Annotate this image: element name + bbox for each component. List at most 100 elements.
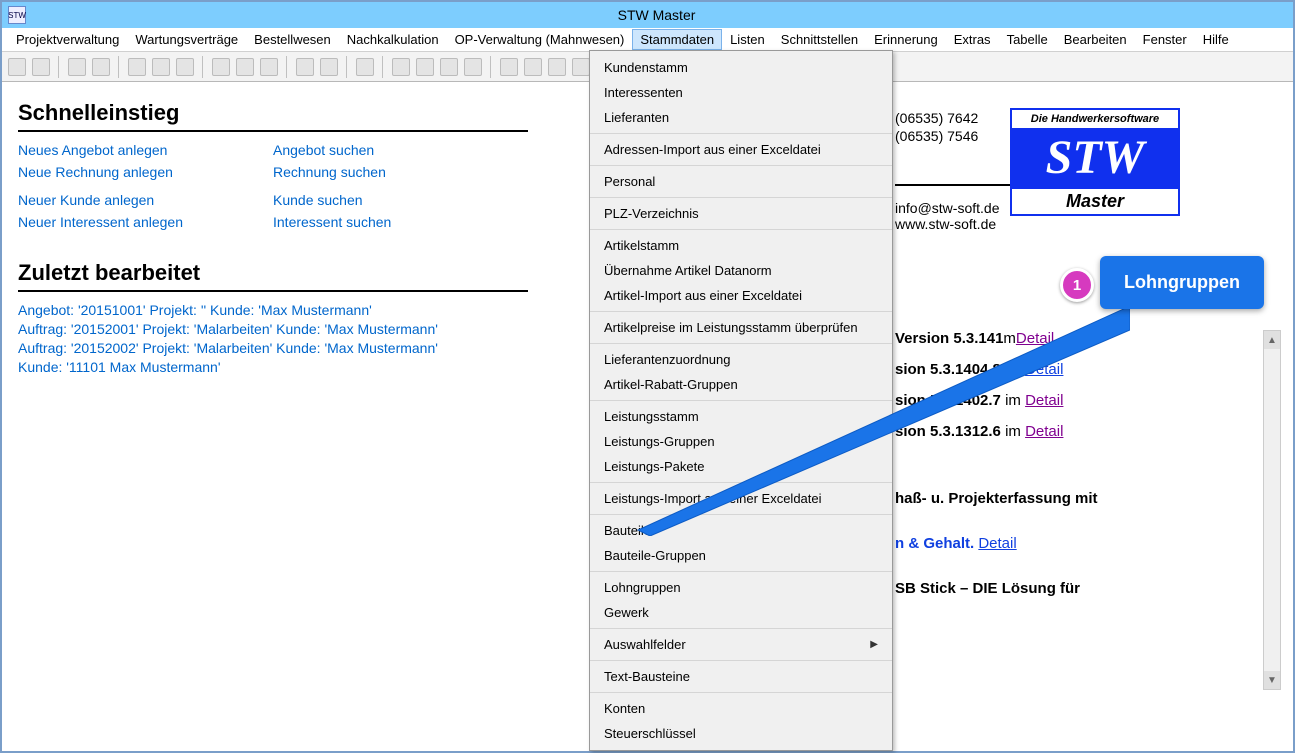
toolbar-button[interactable] — [92, 58, 110, 76]
menu-schnittstellen[interactable]: Schnittstellen — [773, 29, 866, 50]
menu-bearbeiten[interactable]: Bearbeiten — [1056, 29, 1135, 50]
menuitem-artikel-import-aus-einer-exceldatei[interactable]: Artikel-Import aus einer Exceldatei — [590, 283, 892, 308]
scrollbar[interactable]: ▲ ▼ — [1263, 330, 1281, 690]
toolbar-button[interactable] — [176, 58, 194, 76]
quick-title: Schnelleinstieg — [18, 100, 558, 126]
toolbar-button[interactable] — [32, 58, 50, 76]
menuitem-leistungsstamm[interactable]: Leistungsstamm — [590, 404, 892, 429]
menuitem-lieferanten[interactable]: Lieferanten — [590, 105, 892, 130]
menubar: ProjektverwaltungWartungsverträgeBestell… — [2, 28, 1293, 52]
info-block: (06535) 7642 (06535) 7546 — [895, 110, 1025, 146]
menuitem--bernahme-artikel-datanorm[interactable]: Übernahme Artikel Datanorm — [590, 258, 892, 283]
menuitem-artikelpreise-im-leistungsstamm-berpr-fen[interactable]: Artikelpreise im Leistungsstamm überprüf… — [590, 315, 892, 340]
toolbar-button[interactable] — [548, 58, 566, 76]
menuitem-steuerschl-ssel[interactable]: Steuerschlüssel — [590, 721, 892, 746]
toolbar-button[interactable] — [464, 58, 482, 76]
menuitem-auswahlfelder-[interactable]: Auswahlfelder▶ — [590, 632, 892, 657]
menu-bestellwesen[interactable]: Bestellwesen — [246, 29, 339, 50]
menuitem-leistungs-gruppen[interactable]: Leistungs-Gruppen — [590, 429, 892, 454]
recent-item[interactable]: Angebot: '20151001' Projekt: '' Kunde: '… — [18, 302, 558, 318]
version-text: sion 5.3.1404.8 — [895, 361, 1001, 378]
version-list: Version 5.3.141mDetailsion 5.3.1404.8 im… — [895, 330, 1165, 454]
menu-hilfe[interactable]: Hilfe — [1195, 29, 1237, 50]
quick-link[interactable]: Neues Angebot anlegen — [18, 142, 273, 158]
toolbar-button[interactable] — [212, 58, 230, 76]
detail-link[interactable]: Detail — [1025, 392, 1063, 409]
menuitem-bauteile[interactable]: Bauteile — [590, 518, 892, 543]
scroll-up-icon[interactable]: ▲ — [1264, 331, 1280, 349]
quick-link[interactable]: Neuer Interessent anlegen — [18, 214, 273, 230]
menuitem-lohngruppen[interactable]: Lohngruppen — [590, 575, 892, 600]
quick-link[interactable]: Neue Rechnung anlegen — [18, 164, 273, 180]
detail-link[interactable]: Detail — [978, 535, 1016, 552]
detail-link[interactable]: Detail — [1025, 361, 1063, 378]
menu-nachkalkulation[interactable]: Nachkalkulation — [339, 29, 447, 50]
menuitem-artikel-rabatt-gruppen[interactable]: Artikel-Rabatt-Gruppen — [590, 372, 892, 397]
menuitem-konten[interactable]: Konten — [590, 696, 892, 721]
toolbar-button[interactable] — [524, 58, 542, 76]
phone2: (06535) 7546 — [895, 128, 1025, 144]
toolbar-button[interactable] — [128, 58, 146, 76]
menuitem-leistungs-import-aus-einer-exceldatei[interactable]: Leistungs-Import aus einer Exceldatei — [590, 486, 892, 511]
web: www.stw-soft.de — [895, 216, 999, 232]
version-text: Version 5.3.141 — [895, 330, 1003, 347]
quick-link[interactable]: Neuer Kunde anlegen — [18, 192, 273, 208]
titlebar: STW STW Master — [2, 2, 1293, 28]
callout-label: Lohngruppen — [1100, 256, 1264, 309]
menuitem-gewerk[interactable]: Gewerk — [590, 600, 892, 625]
stammdaten-menu[interactable]: KundenstammInteressentenLieferanten Adres… — [589, 50, 893, 751]
toolbar-button[interactable] — [500, 58, 518, 76]
toolbar-button[interactable] — [68, 58, 86, 76]
menu-wartungsvertr-ge[interactable]: Wartungsverträge — [127, 29, 246, 50]
detail-link[interactable]: Detail — [1025, 423, 1063, 440]
menuitem-artikelstamm[interactable]: Artikelstamm — [590, 233, 892, 258]
toolbar-button[interactable] — [320, 58, 338, 76]
toolbar-button[interactable] — [356, 58, 374, 76]
quick-link[interactable]: Interessent suchen — [273, 214, 528, 230]
menuitem-personal[interactable]: Personal — [590, 169, 892, 194]
menuitem-leistungs-pakete[interactable]: Leistungs-Pakete — [590, 454, 892, 479]
menuitem-plz-verzeichnis[interactable]: PLZ-Verzeichnis — [590, 201, 892, 226]
misc-list: haß- u. Projekterfassung mitn & Gehalt. … — [895, 490, 1098, 625]
toolbar-button[interactable] — [296, 58, 314, 76]
menuitem-kundenstamm[interactable]: Kundenstamm — [590, 55, 892, 80]
menu-fenster[interactable]: Fenster — [1135, 29, 1195, 50]
logo-sub: Master — [1012, 189, 1178, 214]
menu-extras[interactable]: Extras — [946, 29, 999, 50]
recent-item[interactable]: Auftrag: '20152002' Projekt: 'Malarbeite… — [18, 340, 558, 356]
quick-link[interactable]: Rechnung suchen — [273, 164, 528, 180]
menuitem-interessenten[interactable]: Interessenten — [590, 80, 892, 105]
menu-op-verwaltung-mahnwesen-[interactable]: OP-Verwaltung (Mahnwesen) — [447, 29, 633, 50]
menu-listen[interactable]: Listen — [722, 29, 773, 50]
logo-brand: STW — [1012, 128, 1178, 189]
menuitem-lieferantenzuordnung[interactable]: Lieferantenzuordnung — [590, 347, 892, 372]
recent-item[interactable]: Auftrag: '20152001' Projekt: 'Malarbeite… — [18, 321, 558, 337]
left-panel: Schnelleinstieg Neues Angebot anlegenAng… — [18, 92, 578, 741]
recent-item[interactable]: Kunde: '11101 Max Mustermann' — [18, 359, 558, 375]
quick-links: Neues Angebot anlegenAngebot suchenNeue … — [18, 142, 528, 230]
toolbar-button[interactable] — [572, 58, 590, 76]
menu-stammdaten[interactable]: Stammdaten — [632, 29, 722, 50]
menu-tabelle[interactable]: Tabelle — [999, 29, 1056, 50]
menuitem-adressen-import-aus-einer-exceldatei[interactable]: Adressen-Import aus einer Exceldatei — [590, 137, 892, 162]
version-text: sion 5.3.1312.6 — [895, 423, 1001, 440]
toolbar-button[interactable] — [236, 58, 254, 76]
quick-link[interactable]: Kunde suchen — [273, 192, 528, 208]
toolbar-button[interactable] — [416, 58, 434, 76]
toolbar-button[interactable] — [440, 58, 458, 76]
menu-erinnerung[interactable]: Erinnerung — [866, 29, 946, 50]
toolbar-button[interactable] — [392, 58, 410, 76]
scroll-down-icon[interactable]: ▼ — [1264, 671, 1280, 689]
toolbar-button[interactable] — [260, 58, 278, 76]
logo: Die Handwerkersoftware STW Master — [1010, 108, 1180, 216]
toolbar-button[interactable] — [8, 58, 26, 76]
window-title: STW Master — [26, 7, 1287, 23]
menuitem-bauteile-gruppen[interactable]: Bauteile-Gruppen — [590, 543, 892, 568]
contact-block: info@stw-soft.de www.stw-soft.de — [895, 200, 999, 232]
toolbar-button[interactable] — [152, 58, 170, 76]
detail-link[interactable]: Detail — [1016, 330, 1054, 347]
version-text: sion 5.3.1402.7 — [895, 392, 1001, 409]
menu-projektverwaltung[interactable]: Projektverwaltung — [8, 29, 127, 50]
quick-link[interactable]: Angebot suchen — [273, 142, 528, 158]
menuitem-text-bausteine[interactable]: Text-Bausteine — [590, 664, 892, 689]
